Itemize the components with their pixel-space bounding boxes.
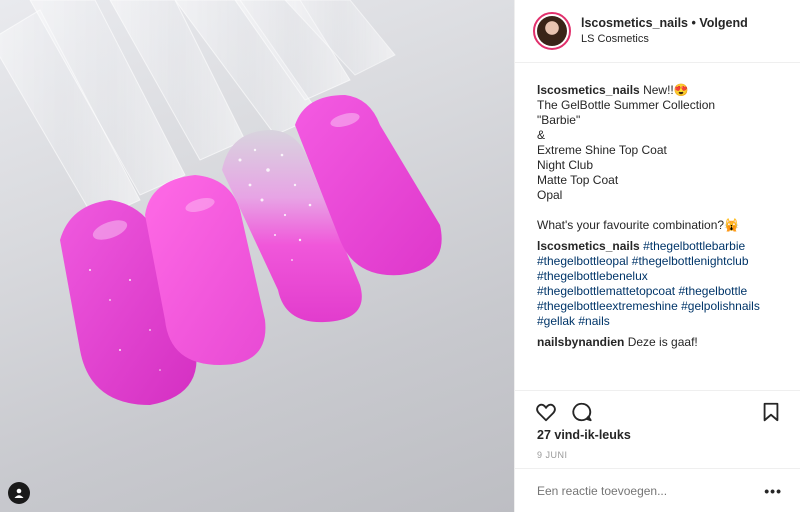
more-options-button[interactable]: ••• — [764, 483, 782, 499]
caption-username[interactable]: lscosmetics_nails — [537, 83, 640, 97]
caption-line: Night Club — [537, 158, 594, 172]
hashtag-comment: lscosmetics_nails #thegelbottlebarbie #t… — [537, 239, 782, 329]
post-details-panel: lscosmetics_nails • Volgend LS Cosmetics… — [514, 0, 800, 512]
nail-swatches-image — [0, 0, 442, 405]
caption-line: Extreme Shine Top Coat — [537, 143, 667, 157]
location-link[interactable]: LS Cosmetics — [581, 31, 748, 47]
header-username[interactable]: lscosmetics_nails — [581, 16, 688, 30]
hashtag-link[interactable]: #gellak — [537, 314, 575, 328]
caption-line: "Barbie" — [537, 113, 581, 127]
comment-username[interactable]: lscosmetics_nails — [537, 239, 640, 253]
caption-comment: lscosmetics_nails New!!😍 The GelBottle S… — [537, 83, 782, 233]
comments-list: lscosmetics_nails New!!😍 The GelBottle S… — [515, 63, 800, 350]
hashtag-link[interactable]: #thegelbottlebenelux — [537, 269, 648, 283]
post-date[interactable]: 9 JUNI — [537, 450, 568, 460]
hashtag-link[interactable]: #thegelbottleextremeshine — [537, 299, 678, 313]
hashtag-link[interactable]: #thegelbottlenightclub — [632, 254, 749, 268]
comment-text: Deze is gaaf! — [627, 335, 698, 349]
user-tag-button[interactable] — [8, 482, 30, 504]
caption-line: Opal — [537, 188, 563, 202]
caption-line: Matte Top Coat — [537, 173, 619, 187]
add-comment-bar: ••• — [515, 468, 800, 513]
user-tag-icon — [14, 488, 24, 498]
reply-comment: nailsbynandien Deze is gaaf! — [537, 335, 782, 350]
hashtag-link[interactable]: #nails — [578, 314, 609, 328]
hashtag-link[interactable]: #thegelbottleopal — [537, 254, 628, 268]
caption-line: & — [537, 128, 546, 142]
hashtag-link[interactable]: #thegelbottlebarbie — [643, 239, 745, 253]
caption-line: The GelBottle Summer Collection — [537, 98, 716, 112]
bookmark-icon[interactable] — [760, 401, 782, 423]
heart-icon[interactable] — [535, 401, 557, 423]
comment-bubble-icon[interactable] — [571, 401, 593, 423]
hashtag-link[interactable]: #thegelbottlemattetopcoat — [537, 284, 675, 298]
likes-count[interactable]: 27 vind-ik-leuks — [537, 428, 631, 442]
follow-button[interactable]: Volgend — [699, 16, 747, 30]
header-separator: • — [691, 16, 696, 30]
comment-input[interactable] — [535, 483, 739, 499]
action-bar — [515, 390, 800, 431]
hashtag-link[interactable]: #gelpolishnails — [681, 299, 760, 313]
caption-line: New!!😍 — [643, 83, 689, 97]
caption-line: What's your favourite combination?🙀 — [537, 218, 739, 232]
hashtag-link[interactable]: #thegelbottle — [678, 284, 747, 298]
avatar[interactable] — [533, 12, 571, 50]
comment-username[interactable]: nailsbynandien — [537, 335, 624, 349]
post-header: lscosmetics_nails • Volgend LS Cosmetics — [515, 0, 800, 63]
post-photo[interactable] — [0, 0, 514, 512]
